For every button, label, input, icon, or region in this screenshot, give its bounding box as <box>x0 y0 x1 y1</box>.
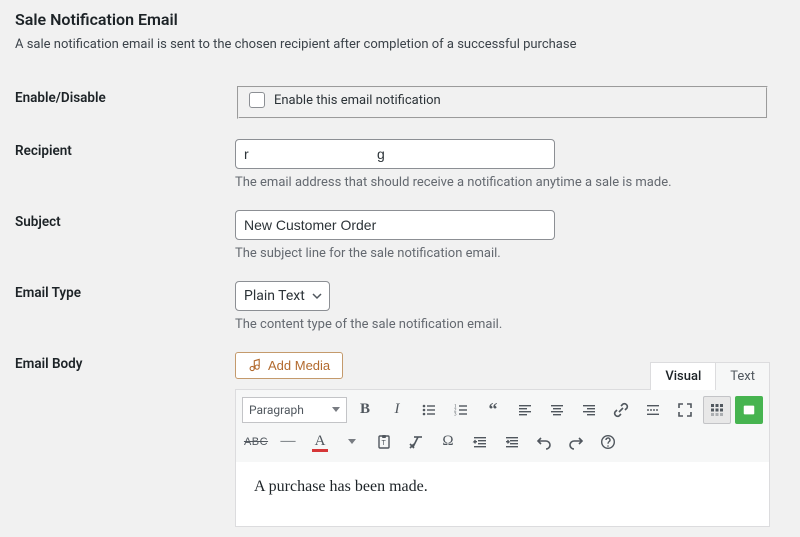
page-title: Sale Notification Email <box>15 10 780 29</box>
email-type-selected: Plain Text <box>244 288 305 304</box>
fullscreen-button[interactable] <box>671 396 699 424</box>
strikethrough-button[interactable]: ABC <box>242 428 270 456</box>
rich-text-editor: Paragraph B I 123 <box>235 389 770 527</box>
settings-form: Enable/Disable Enable this email notific… <box>15 76 780 537</box>
add-media-label: Add Media <box>268 358 330 373</box>
insert-shortcode-button[interactable] <box>735 396 763 424</box>
chevron-down-icon <box>311 290 323 302</box>
paste-text-button[interactable]: T <box>370 428 398 456</box>
undo-button[interactable] <box>530 428 558 456</box>
toolbar-toggle-button[interactable] <box>703 396 731 424</box>
subject-input[interactable] <box>235 210 555 240</box>
email-type-select[interactable]: Plain Text <box>235 281 330 311</box>
format-select[interactable]: Paragraph <box>242 397 347 423</box>
enable-label: Enable/Disable <box>15 76 235 129</box>
caret-down-icon <box>332 407 340 412</box>
editor-content[interactable]: A purchase has been made. <box>236 462 769 526</box>
svg-text:3: 3 <box>454 412 457 417</box>
align-center-button[interactable] <box>543 396 571 424</box>
svg-text:1: 1 <box>454 404 457 409</box>
recipient-label: Recipient <box>15 129 235 200</box>
music-note-icon <box>248 358 262 372</box>
email-body-label: Email Body <box>15 342 235 537</box>
italic-button[interactable]: I <box>383 396 411 424</box>
subject-help: The subject line for the sale notificati… <box>235 246 770 261</box>
read-more-button[interactable] <box>639 396 667 424</box>
text-color-dropdown[interactable] <box>338 428 366 456</box>
add-media-button[interactable]: Add Media <box>235 352 343 379</box>
svg-text:2: 2 <box>454 408 457 413</box>
email-type-label: Email Type <box>15 271 235 342</box>
numbered-list-button[interactable]: 123 <box>447 396 475 424</box>
email-type-help: The content type of the sale notificatio… <box>235 317 770 332</box>
special-character-button[interactable]: Ω <box>434 428 462 456</box>
svg-text:T: T <box>382 440 387 447</box>
tab-visual[interactable]: Visual <box>650 362 716 390</box>
enable-checkbox[interactable] <box>249 92 265 108</box>
outdent-button[interactable] <box>466 428 494 456</box>
bold-button[interactable]: B <box>351 396 379 424</box>
tab-text[interactable]: Text <box>715 362 770 390</box>
editor-toolbar: Paragraph B I 123 <box>236 390 769 462</box>
link-button[interactable] <box>607 396 635 424</box>
redo-button[interactable] <box>562 428 590 456</box>
enable-checkbox-wrapper[interactable]: Enable this email notification <box>249 93 441 108</box>
text-color-button[interactable]: A <box>306 428 334 456</box>
bullet-list-button[interactable] <box>415 396 443 424</box>
page-description: A sale notification email is sent to the… <box>15 37 780 52</box>
content-line: A purchase has been made. <box>254 478 751 496</box>
help-button[interactable] <box>594 428 622 456</box>
clear-formatting-button[interactable] <box>402 428 430 456</box>
align-left-button[interactable] <box>511 396 539 424</box>
recipient-help: The email address that should receive a … <box>235 175 770 190</box>
enable-checkbox-label: Enable this email notification <box>274 93 441 108</box>
indent-button[interactable] <box>498 428 526 456</box>
subject-label: Subject <box>15 200 235 271</box>
align-right-button[interactable] <box>575 396 603 424</box>
horizontal-rule-button[interactable]: — <box>274 428 302 456</box>
blockquote-button[interactable]: “ <box>479 396 507 424</box>
recipient-input[interactable] <box>235 139 555 169</box>
